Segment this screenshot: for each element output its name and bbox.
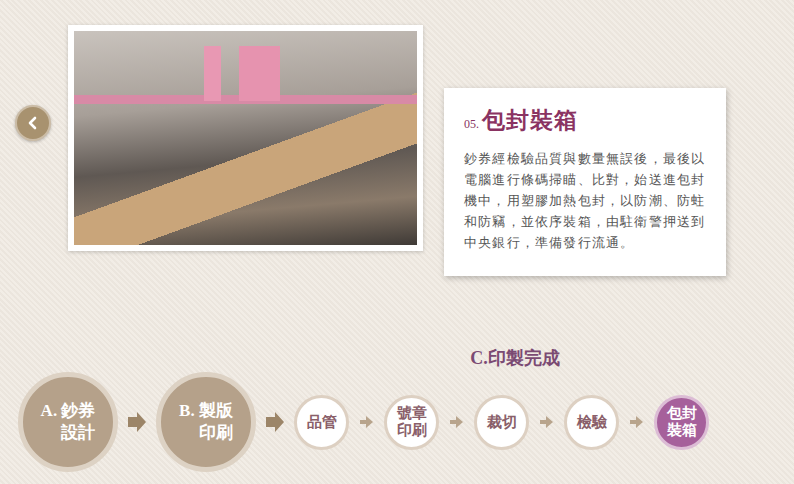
top-section: 05.包封裝箱鈔券經檢驗品質與數量無誤後，最後以電腦進行條碼掃瞄、比對，始送進包…: [0, 0, 794, 276]
step-description: 鈔券經檢驗品質與數量無誤後，最後以電腦進行條碼掃瞄、比對，始送進包封機中，用塑膠…: [464, 149, 708, 254]
arrow-right-icon: [128, 412, 146, 432]
stage-label-line: 印刷: [179, 422, 233, 444]
stage-label: 裁切: [487, 414, 517, 431]
stage-label-line: A. 鈔券: [41, 400, 96, 422]
stage-arrow: [360, 416, 373, 428]
arrow-right-icon: [360, 416, 373, 428]
stage-step[interactable]: 號章印刷: [384, 395, 439, 450]
stage-arrow: [540, 416, 553, 428]
stage-label: A. 鈔券設計: [41, 400, 96, 444]
stage-label: 包封裝箱: [667, 405, 697, 439]
prev-button[interactable]: [15, 105, 51, 141]
stage-step[interactable]: 裁切: [474, 395, 529, 450]
stage-step[interactable]: 檢驗: [564, 395, 619, 450]
stage-group-title: C.印製完成: [305, 346, 725, 372]
stage-row: A. 鈔券設計B. 製版印刷品管號章印刷裁切檢驗包封裝箱: [0, 372, 794, 472]
stage-step[interactable]: B. 製版印刷: [156, 372, 256, 472]
stage-label-line: 檢驗: [577, 414, 607, 431]
stage-step[interactable]: 品管: [294, 395, 349, 450]
stage-label: 檢驗: [577, 414, 607, 431]
stage-label: B. 製版印刷: [179, 400, 233, 444]
stage-arrow: [450, 416, 463, 428]
stage-label-line: 裝箱: [667, 422, 697, 439]
chevron-left-icon: [26, 116, 40, 130]
stage-arrow: [630, 416, 643, 428]
arrow-right-icon: [630, 416, 643, 428]
arrow-right-icon: [266, 412, 284, 432]
stage-step[interactable]: A. 鈔券設計: [18, 372, 118, 472]
stage-step[interactable]: 包封裝箱: [654, 395, 709, 450]
stage-label-line: 號章: [397, 405, 427, 422]
stage-label-line: 包封: [667, 405, 697, 422]
packaging-photo: [74, 31, 417, 245]
arrow-right-icon: [540, 416, 553, 428]
stage-label-line: 設計: [41, 422, 96, 444]
arrow-right-icon: [450, 416, 463, 428]
stage-label: 號章印刷: [397, 405, 427, 439]
stage-label-line: 裁切: [487, 414, 517, 431]
step-heading: 05.包封裝箱: [464, 104, 708, 139]
step-number: 05.: [464, 115, 479, 133]
stage-label: 品管: [307, 414, 337, 431]
stage-arrow: [128, 412, 146, 432]
stage-label-line: 印刷: [397, 422, 427, 439]
step-title: 包封裝箱: [482, 104, 578, 139]
stage-arrow: [266, 412, 284, 432]
stage-label-line: 品管: [307, 414, 337, 431]
stage-label-line: B. 製版: [179, 400, 233, 422]
step-card: 05.包封裝箱鈔券經檢驗品質與數量無誤後，最後以電腦進行條碼掃瞄、比對，始送進包…: [444, 88, 726, 276]
photo-frame: [68, 25, 423, 251]
